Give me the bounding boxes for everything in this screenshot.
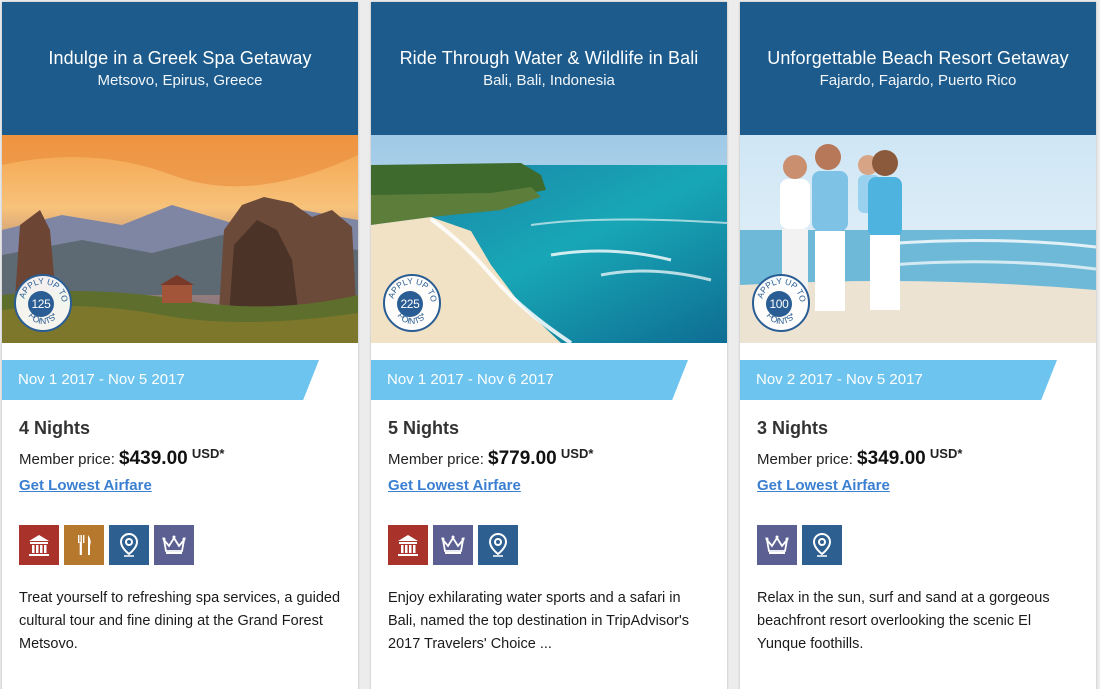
destination-photo[interactable]: APPLY UP TO POINTS* 100 <box>740 135 1096 343</box>
nights-count: 4 Nights <box>19 418 91 438</box>
package-location: Bali, Bali, Indonesia <box>483 72 615 89</box>
amenity-icons <box>757 525 1096 565</box>
get-lowest-airfare-link[interactable]: Get Lowest Airfare <box>388 477 521 494</box>
package-title: Indulge in a Greek Spa Getaway <box>48 48 312 68</box>
travel-dates: Nov 1 2017 - Nov 5 2017 <box>2 360 319 400</box>
price-line: Member price: $779.00 USD* <box>388 443 727 471</box>
package-details: 5 Nights Member price: $779.00 USD* Get … <box>371 400 727 495</box>
travel-dates: Nov 2 2017 - Nov 5 2017 <box>740 360 1057 400</box>
get-lowest-airfare-link[interactable]: Get Lowest Airfare <box>19 477 152 494</box>
amenity-icons <box>388 525 727 565</box>
points-badge: APPLY UP TO POINTS* 225 <box>383 274 441 332</box>
points-value: 100 <box>766 291 792 317</box>
map-pin-icon[interactable] <box>478 525 518 565</box>
price-currency: USD* <box>191 446 225 461</box>
map-pin-icon[interactable] <box>802 525 842 565</box>
travel-dates: Nov 1 2017 - Nov 6 2017 <box>371 360 688 400</box>
fork-knife-icon[interactable] <box>64 525 104 565</box>
museum-icon[interactable] <box>19 525 59 565</box>
package-card[interactable]: Unforgettable Beach Resort Getaway Fajar… <box>740 2 1096 689</box>
crown-icon[interactable] <box>154 525 194 565</box>
package-title: Ride Through Water & Wildlife in Bali <box>399 48 699 68</box>
package-location: Fajardo, Fajardo, Puerto Rico <box>819 72 1017 89</box>
price-line: Member price: $439.00 USD* <box>19 443 358 471</box>
card-header: Unforgettable Beach Resort Getaway Fajar… <box>740 2 1096 135</box>
price-label: Member price: <box>757 451 853 468</box>
card-header: Ride Through Water & Wildlife in Bali Ba… <box>371 2 727 135</box>
crown-icon[interactable] <box>757 525 797 565</box>
price-line: Member price: $349.00 USD* <box>757 443 1096 471</box>
crown-icon[interactable] <box>433 525 473 565</box>
price-label: Member price: <box>388 451 484 468</box>
nights-count: 3 Nights <box>757 418 829 438</box>
points-value: 225 <box>397 291 423 317</box>
destination-photo[interactable]: APPLY UP TO POINTS* 125 <box>2 135 358 343</box>
points-badge: APPLY UP TO POINTS* 100 <box>752 274 810 332</box>
points-value: 125 <box>28 291 54 317</box>
points-badge: APPLY UP TO POINTS* 125 <box>14 274 72 332</box>
package-location: Metsovo, Epirus, Greece <box>97 72 263 89</box>
package-card[interactable]: Indulge in a Greek Spa Getaway Metsovo, … <box>2 2 358 689</box>
package-description: Enjoy exhilarating water sports and a sa… <box>388 590 689 652</box>
amenity-icons <box>19 525 358 565</box>
price-currency: USD* <box>560 446 594 461</box>
price-label: Member price: <box>19 451 115 468</box>
member-price: $439.00 <box>119 448 188 469</box>
package-description: Treat yourself to refreshing spa service… <box>19 590 341 652</box>
nights-count: 5 Nights <box>388 418 460 438</box>
card-header: Indulge in a Greek Spa Getaway Metsovo, … <box>2 2 358 135</box>
destination-photo[interactable]: APPLY UP TO POINTS* 225 <box>371 135 727 343</box>
package-card[interactable]: Ride Through Water & Wildlife in Bali Ba… <box>371 2 727 689</box>
price-currency: USD* <box>929 446 963 461</box>
member-price: $349.00 <box>857 448 926 469</box>
member-price: $779.00 <box>488 448 557 469</box>
get-lowest-airfare-link[interactable]: Get Lowest Airfare <box>757 477 890 494</box>
package-description: Relax in the sun, surf and sand at a gor… <box>757 590 1050 652</box>
museum-icon[interactable] <box>388 525 428 565</box>
package-details: 4 Nights Member price: $439.00 USD* Get … <box>2 400 358 495</box>
package-title: Unforgettable Beach Resort Getaway <box>767 48 1069 68</box>
map-pin-icon[interactable] <box>109 525 149 565</box>
package-details: 3 Nights Member price: $349.00 USD* Get … <box>740 400 1096 495</box>
